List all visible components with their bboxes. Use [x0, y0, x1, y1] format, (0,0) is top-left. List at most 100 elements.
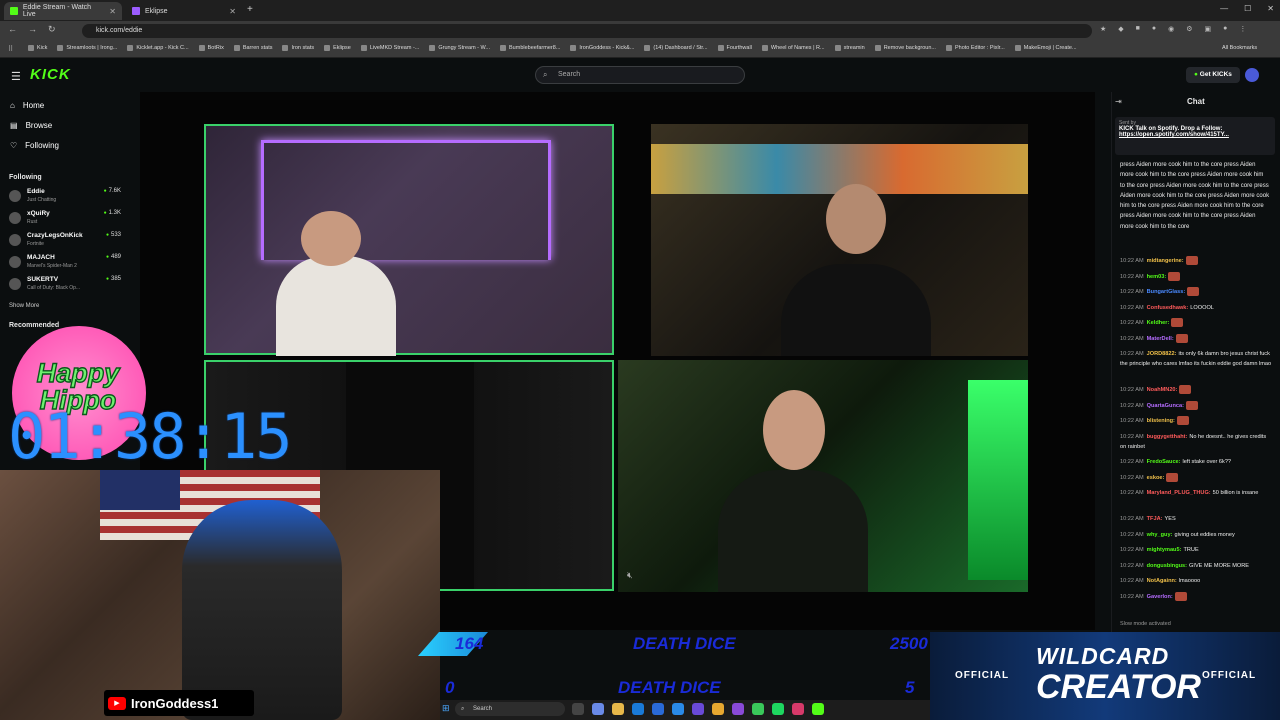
- bookmark-item[interactable]: Streamloots | Irong...: [57, 45, 117, 51]
- sidebar-item-browse[interactable]: ▤ Browse: [10, 121, 52, 130]
- forward-icon[interactable]: →: [28, 24, 37, 35]
- following-channel[interactable]: SUKERTV Call of Duty: Black Op... 385: [9, 276, 121, 298]
- chat-username[interactable]: Maryland_PLUG_THUG:: [1147, 490, 1211, 496]
- extension-icon[interactable]: ◉: [1168, 25, 1174, 33]
- tab-eklipse[interactable]: Eklipse ✕: [126, 2, 242, 20]
- bookmark-item[interactable]: MakeEmoji | Create...: [1014, 45, 1077, 51]
- bookmark-item[interactable]: Wheel of Names | R...: [761, 45, 825, 51]
- extension-icon[interactable]: ⚙: [1186, 25, 1192, 33]
- reload-icon[interactable]: ↻: [48, 24, 56, 35]
- bookmark-label: Eklipse: [333, 45, 351, 51]
- bookmark-item[interactable]: Kick: [28, 45, 47, 51]
- channel-name: Eddie: [27, 188, 45, 195]
- bookmark-item[interactable]: (14) Dashboard / Str...: [644, 45, 708, 51]
- bookmark-item[interactable]: Grungy Stream - W...: [429, 45, 490, 51]
- chat-username[interactable]: FredoSauce:: [1147, 459, 1181, 465]
- channel-category: Fortnite: [27, 241, 44, 247]
- chat-username[interactable]: Confusedhawk:: [1147, 305, 1189, 311]
- following-channel[interactable]: MAJACH Marvel's Spider-Man 2 489: [9, 254, 121, 276]
- chat-username[interactable]: midtangerine:: [1147, 258, 1184, 264]
- bookmark-item[interactable]: Barren stats: [233, 45, 272, 51]
- app-icon[interactable]: [792, 703, 804, 715]
- bookmark-item[interactable]: Photo Editor : Pixlr...: [945, 45, 1005, 51]
- chat-username[interactable]: Gaverlon:: [1147, 594, 1173, 600]
- app-icon[interactable]: [692, 703, 704, 715]
- extension-icon[interactable]: ■: [1136, 25, 1140, 33]
- pinned-link[interactable]: https://open.spotify.com/show/415TY...: [1119, 132, 1271, 138]
- chat-username[interactable]: TFJA:: [1147, 516, 1163, 522]
- chat-username[interactable]: Keldher:: [1147, 320, 1170, 326]
- mute-icon[interactable]: 🔇︎: [627, 570, 633, 581]
- all-bookmarks-button[interactable]: All Bookmarks: [1222, 45, 1257, 51]
- new-tab-icon[interactable]: +: [247, 4, 253, 15]
- maximize-icon[interactable]: ☐: [1244, 4, 1251, 13]
- extension-icon[interactable]: ▣: [1205, 25, 1212, 33]
- chat-username[interactable]: dongusbingus:: [1147, 563, 1187, 569]
- app-icon[interactable]: [592, 703, 604, 715]
- get-kicks-button[interactable]: ● Get KICKs: [1186, 67, 1240, 83]
- chat-username[interactable]: why_guy:: [1147, 532, 1173, 538]
- minimize-icon[interactable]: —: [1220, 4, 1228, 13]
- back-icon[interactable]: ←: [8, 24, 17, 35]
- kick-app-icon[interactable]: [812, 703, 824, 715]
- chat-username[interactable]: eskoe:: [1147, 475, 1165, 481]
- file-explorer-icon[interactable]: [612, 703, 624, 715]
- chat-username[interactable]: BungartGlass:: [1147, 289, 1186, 295]
- chat-username[interactable]: MaterDell:: [1147, 336, 1174, 342]
- bookmark-item[interactable]: Fourthwall: [717, 45, 752, 51]
- search-input[interactable]: ⌕ Search: [535, 66, 745, 84]
- bookmark-star-icon[interactable]: ★: [1100, 25, 1106, 33]
- channel-avatar: [9, 234, 21, 246]
- pinned-message[interactable]: Sent by KICK Talk on Spotify. Drop a Fol…: [1115, 117, 1275, 155]
- kick-logo[interactable]: KICK: [30, 66, 71, 83]
- chat-username[interactable]: JORD8822:: [1147, 351, 1177, 357]
- sidebar-item-following[interactable]: ♡ Following: [10, 141, 59, 150]
- task-view-icon[interactable]: [572, 703, 584, 715]
- extension-icon[interactable]: ●: [1152, 25, 1156, 33]
- chat-username[interactable]: NoahMN20:: [1147, 387, 1178, 393]
- taskbar-search[interactable]: ⌕ Search: [455, 702, 565, 716]
- profile-icon[interactable]: ●: [1223, 25, 1227, 33]
- extension-icon[interactable]: ◆: [1118, 25, 1123, 33]
- bookmark-item[interactable]: Remove backgroun...: [874, 45, 936, 51]
- sidebar-item-home[interactable]: ⌂ Home: [10, 101, 44, 110]
- mail-icon[interactable]: [672, 703, 684, 715]
- windows-start-icon[interactable]: ⊞: [442, 703, 450, 714]
- collapse-chat-icon[interactable]: ⇥: [1115, 97, 1122, 106]
- close-tab-icon[interactable]: ✕: [229, 7, 236, 16]
- bookmark-item[interactable]: Bumblebeefarmer8...: [500, 45, 560, 51]
- bookmark-item[interactable]: BotRix: [198, 45, 224, 51]
- menu-icon[interactable]: ⋮: [1239, 25, 1246, 33]
- chat-username[interactable]: buggygetthaht:: [1147, 434, 1188, 440]
- chat-username[interactable]: NotAgainn:: [1147, 578, 1177, 584]
- following-channel[interactable]: CrazyLegsOnKick Fortnite 533: [9, 232, 121, 254]
- bookmark-item[interactable]: LiveMKD Stream -...: [360, 45, 419, 51]
- bookmark-item[interactable]: Kicklet.app - Kick C...: [127, 45, 189, 51]
- close-window-icon[interactable]: ✕: [1267, 4, 1274, 13]
- show-more-link[interactable]: Show More: [9, 303, 39, 309]
- search-icon: ⌕: [543, 70, 548, 79]
- following-channel[interactable]: xQuiRy Rust 1.3K: [9, 210, 121, 232]
- user-avatar[interactable]: [1245, 68, 1259, 82]
- chat-username[interactable]: QuartaGunca:: [1147, 403, 1184, 409]
- bookmark-item[interactable]: Eklipse: [324, 45, 351, 51]
- xbox-icon[interactable]: [752, 703, 764, 715]
- tab-eddie-stream[interactable]: Eddie Stream - Watch Live ✕: [4, 2, 122, 20]
- menu-hamburger-icon[interactable]: ☰: [11, 70, 21, 83]
- url-field[interactable]: kick.com/eddie: [82, 24, 1092, 38]
- edge-icon[interactable]: [632, 703, 644, 715]
- apps-grid-icon[interactable]: ⠿: [8, 45, 13, 53]
- search-icon: ⌕: [461, 706, 465, 712]
- chat-username[interactable]: mightymau5:: [1147, 547, 1182, 553]
- chat-username[interactable]: hem03:: [1147, 274, 1167, 280]
- discord-icon[interactable]: [732, 703, 744, 715]
- store-icon[interactable]: [652, 703, 664, 715]
- following-channel[interactable]: Eddie Just Chatting 7.6K: [9, 188, 121, 210]
- bookmark-item[interactable]: Iron stats: [282, 45, 314, 51]
- bookmark-item[interactable]: IronGoddess - Kick&...: [570, 45, 634, 51]
- spotify-icon[interactable]: [772, 703, 784, 715]
- chrome-icon[interactable]: [712, 703, 724, 715]
- chat-username[interactable]: blistening:: [1147, 418, 1175, 424]
- close-tab-icon[interactable]: ✕: [109, 7, 116, 16]
- bookmark-item[interactable]: streamin: [834, 45, 865, 51]
